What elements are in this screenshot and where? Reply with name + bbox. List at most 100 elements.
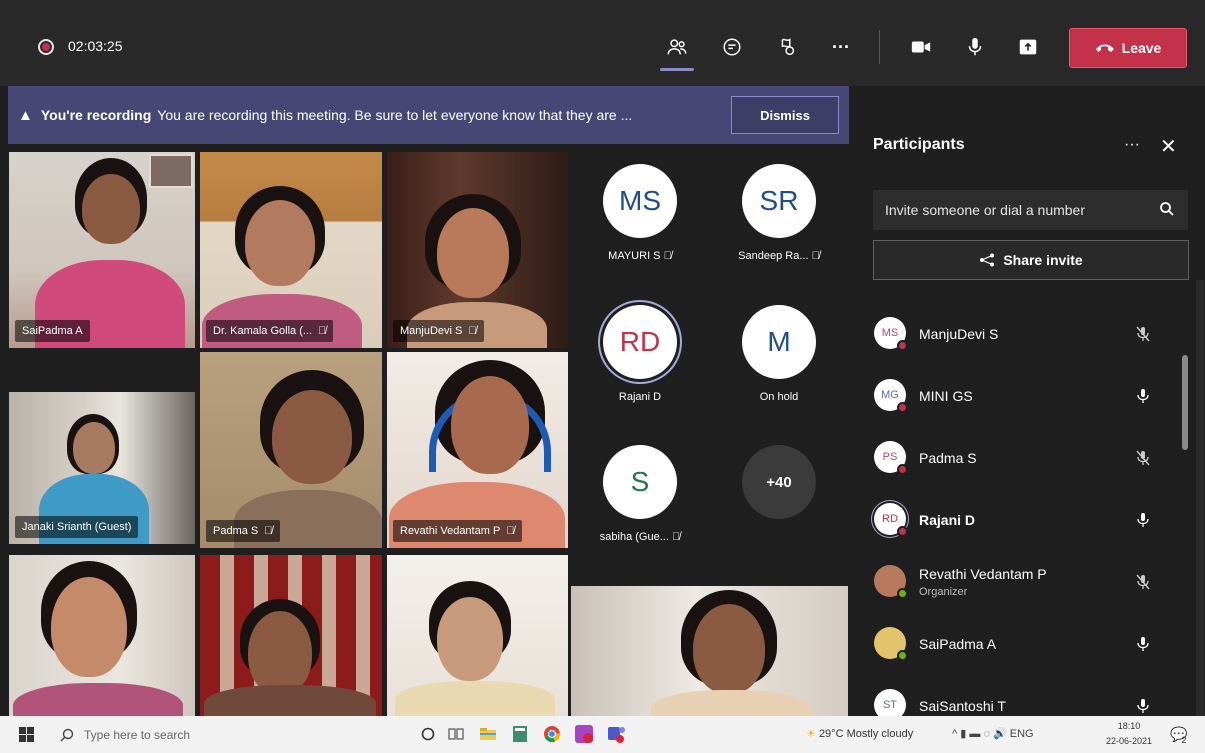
microphone-icon[interactable] [1134,635,1152,653]
share-screen-icon[interactable] [1012,30,1044,64]
video-tile-participant-7[interactable] [9,555,195,716]
microphone-icon[interactable] [1134,511,1152,529]
video-tile-participant-9[interactable] [387,555,568,716]
microphone-icon[interactable] [959,30,991,64]
weather-icon: ☀ [806,728,816,740]
participant-role: Organizer [919,586,968,598]
reactions-icon[interactable] [771,30,803,64]
mic-off-icon: 🎙̸ [506,525,515,537]
file-explorer-icon[interactable] [478,724,498,744]
avatar-name: Sandeep Ra... 🎙̸ [710,250,848,262]
avatar-name-label: sabiha (Gue... [599,531,669,543]
leave-button[interactable]: Leave [1069,28,1187,68]
nametag-label: Dr. Kamala Golla (... [213,325,313,337]
dismiss-button[interactable]: Dismiss [731,96,839,134]
leave-button-label: Leave [1121,40,1162,56]
task-view-icon[interactable] [446,724,466,744]
panel-more-icon[interactable]: ··· [1124,136,1140,154]
microphone-icon[interactable] [1134,697,1152,715]
avatar: M [742,305,816,379]
taskbar-search[interactable]: Type here to search [60,722,390,747]
camera-icon[interactable] [905,30,937,64]
avatar-initials: MG [881,389,899,401]
app-icon[interactable] [574,724,594,744]
language-indicator[interactable]: ENG [1010,728,1034,740]
list-item[interactable]: MG MINI GS [857,366,1187,428]
teams-icon[interactable] [606,724,626,744]
video-tile-kamala[interactable]: Dr. Kamala Golla (... 🎙̸ [200,152,382,348]
video-nametag: Padma S 🎙̸ [206,520,280,542]
avatar-tile-sabiha[interactable]: S sabiha (Gue... 🎙̸ [571,445,709,543]
avatar: MG [874,379,908,413]
chat-icon[interactable] [716,30,748,64]
taskbar-search-placeholder: Type here to search [84,727,191,742]
avatar-tile-rajani[interactable]: RD Rajani D [571,305,709,403]
mic-off-icon: 🎙̸ [671,531,681,543]
video-tile-participant-10[interactable] [571,586,848,716]
video-tile-padma[interactable]: Padma S 🎙̸ [200,352,382,548]
participant-name: Rajani D [919,512,976,528]
microphone-icon[interactable] [1134,387,1152,405]
avatar: RD [603,305,677,379]
video-nametag: SaiPadma A [15,320,90,342]
teams-meeting-window: 02:03:25 ··· Leave ▲ You're recording Yo… [0,0,1205,753]
notification-icon[interactable]: 💬2 [1170,726,1192,745]
avatar: MS [874,317,908,351]
invite-input[interactable] [873,190,1188,230]
list-item[interactable]: ST SaiSantoshi T [857,676,1187,716]
video-tile-manjudevi[interactable]: ManjuDevi S 🎙̸ [387,152,568,348]
avatar-initials: ST [882,699,898,711]
participant-name: Revathi Vedantam P [919,566,1047,582]
system-tray[interactable]: ^ ▮ ▬ ◌ 🔊 ENG [952,727,1034,740]
share-invite-button[interactable]: Share invite [873,240,1189,280]
taskbar-clock[interactable]: 18:10 22-06-2021 [1106,719,1152,749]
clock-date: 22-06-2021 [1106,736,1153,746]
cortana-icon[interactable] [418,724,438,744]
avatar-tile-sandeep[interactable]: SR Sandeep Ra... 🎙̸ [710,164,848,262]
video-tile-saipadma[interactable]: SaiPadma A [9,152,195,348]
avatar: SR [742,164,816,238]
hang-up-icon [1095,44,1114,52]
mic-off-icon[interactable] [1134,449,1152,467]
share-invite-label: Share invite [1003,252,1083,268]
avatar-initials: MS [881,327,899,339]
video-tile-janaki[interactable]: Janaki Srianth (Guest) [9,392,195,544]
mic-off-icon[interactable] [1134,573,1152,591]
avatar-tile-mayuri[interactable]: MS MAYURI S 🎙̸ [571,164,709,262]
video-nametag: Revathi Vedantam P 🎙̸ [393,520,522,542]
active-tab-indicator [660,68,694,71]
tray-icons: ^ ▮ ▬ ◌ 🔊 [952,728,1007,740]
status-badge [897,650,908,661]
panel-scrollbar-track[interactable] [1196,280,1204,716]
status-badge [897,340,908,351]
video-nametag: Janaki Srianth (Guest) [15,516,139,538]
list-item[interactable]: MS ManjuDevi S [857,304,1187,366]
participant-name: Padma S [919,450,977,466]
list-item[interactable]: Revathi Vedantam P Organizer [857,552,1187,614]
video-tile-revathi[interactable]: Revathi Vedantam P 🎙̸ [387,352,568,548]
chrome-icon[interactable] [542,724,562,744]
windows-start-icon[interactable] [19,727,34,742]
avatar-name-label: Sandeep Ra... [738,250,809,262]
mic-off-icon: 🎙̸ [811,250,820,262]
list-item[interactable]: PS Padma S [857,428,1187,490]
participant-name: MINI GS [919,388,973,404]
more-actions-icon[interactable]: ··· [825,30,857,64]
recording-banner: ▲ You're recording You are recording thi… [8,86,849,144]
mic-off-icon[interactable] [1134,325,1152,343]
overflow-count: +40 [742,445,816,519]
close-icon[interactable]: ✕ [1160,134,1177,159]
avatar [874,627,908,661]
search-icon[interactable] [1159,201,1175,217]
calculator-icon[interactable] [510,724,530,744]
video-tile-participant-8[interactable] [200,555,382,716]
panel-scrollbar-thumb[interactable] [1182,355,1188,450]
weather-widget[interactable]: ☀ 29°C Mostly cloudy [806,727,913,740]
list-item[interactable]: RD Rajani D [857,490,1187,552]
avatar-tile-on-hold[interactable]: M On hold [710,305,848,403]
participants-icon[interactable] [661,30,693,64]
avatar: S [603,445,677,519]
overflow-participants[interactable]: +40 [710,445,848,519]
status-badge [897,526,908,537]
list-item[interactable]: SaiPadma A [857,614,1187,676]
